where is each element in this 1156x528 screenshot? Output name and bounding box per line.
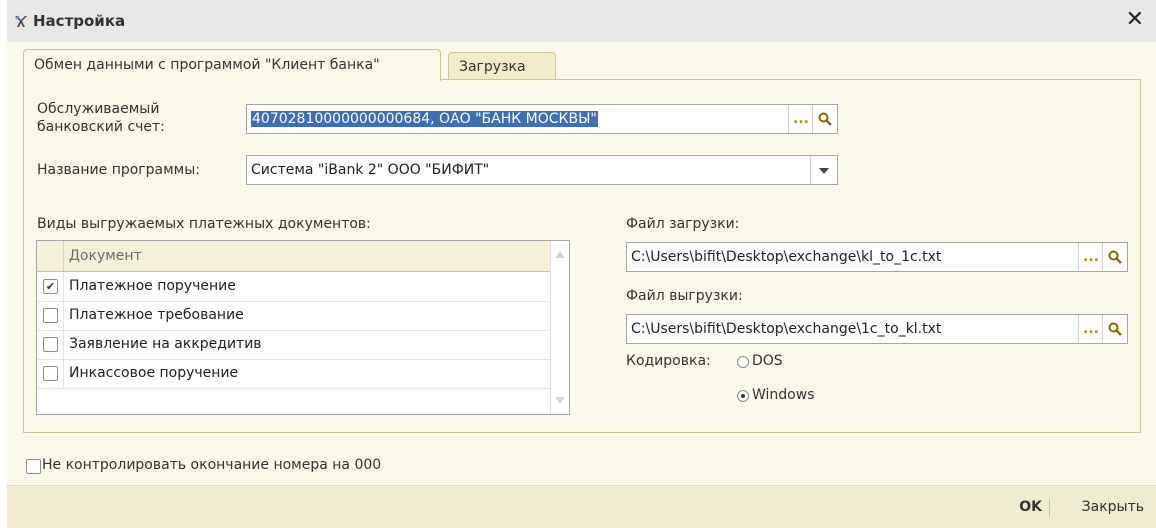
window-title: Настройка — [33, 12, 126, 30]
close-button[interactable]: Закрыть — [1082, 499, 1144, 515]
tab-import-label: Загрузка — [459, 59, 526, 75]
encoding-windows-label: Windows — [752, 387, 815, 403]
encoding-dos-label: DOS — [752, 353, 783, 369]
table-row[interactable]: ✔ Платежное поручение — [37, 272, 551, 302]
no-check-000-checkbox[interactable] — [26, 459, 41, 474]
import-file-label: Файл загрузки: — [626, 216, 740, 232]
import-file-choose-button[interactable]: ... — [1078, 243, 1103, 271]
export-file-field[interactable]: C:\Users\bifit\Desktop\exchange\1c_to_kl… — [626, 314, 1128, 344]
account-choose-button[interactable]: ... — [788, 105, 813, 133]
no-check-000-label: Не контролировать окончание номера на 00… — [42, 457, 382, 473]
table-row[interactable]: Заявление на аккредитив — [37, 330, 551, 360]
import-file-value: C:\Users\bifit\Desktop\exchange\kl_to_1c… — [631, 249, 942, 265]
row-label: Платежное поручение — [69, 278, 236, 294]
account-field[interactable]: 40702810000000000684, ОАО "БАНК МОСКВЫ" … — [246, 104, 838, 134]
column-header-document: Документ — [69, 248, 142, 264]
program-select[interactable]: Система "iBank 2" ООО "БИФИТ" — [246, 155, 838, 185]
table-row[interactable]: Инкассовое поручение — [37, 359, 551, 389]
documents-label: Виды выгружаемых платежных документов: — [37, 216, 371, 232]
scroll-down-icon[interactable] — [555, 397, 565, 404]
search-icon — [1108, 322, 1122, 336]
import-file-field[interactable]: C:\Users\bifit\Desktop\exchange\kl_to_1c… — [626, 242, 1128, 272]
table-row[interactable]: Платежное требование — [37, 301, 551, 331]
encoding-label: Кодировка: — [626, 353, 711, 369]
account-search-button[interactable] — [812, 105, 837, 133]
row-checkbox[interactable] — [43, 366, 58, 381]
tab-import[interactable]: Загрузка — [448, 52, 556, 80]
row-checkbox[interactable]: ✔ — [43, 279, 58, 294]
row-label: Платежное требование — [69, 307, 244, 323]
table-scrollbar[interactable] — [550, 241, 569, 414]
program-label: Название программы: — [37, 162, 201, 178]
encoding-windows-radio[interactable] — [737, 390, 749, 402]
row-label: Инкассовое поручение — [69, 365, 239, 381]
export-file-value: C:\Users\bifit\Desktop\exchange\1c_to_kl… — [631, 321, 942, 337]
export-file-search-button[interactable] — [1102, 315, 1127, 343]
settings-window: Настройка ✕ Обмен данными с программой "… — [7, 0, 1156, 528]
import-file-search-button[interactable] — [1102, 243, 1127, 271]
row-checkbox[interactable] — [43, 308, 58, 323]
chevron-down-icon[interactable] — [810, 156, 837, 184]
footer-divider — [1049, 499, 1050, 517]
close-icon[interactable]: ✕ — [1126, 9, 1144, 31]
row-label: Заявление на аккредитив — [69, 336, 262, 352]
documents-table: Документ ✔ Платежное поручение Платежное… — [36, 240, 570, 415]
account-value: 40702810000000000684, ОАО "БАНК МОСКВЫ" — [251, 111, 598, 127]
title-bar: Настройка ✕ — [7, 0, 1156, 42]
search-icon — [1108, 250, 1122, 264]
row-checkbox[interactable] — [43, 337, 58, 352]
tab-exchange[interactable]: Обмен данными с программой "Клиент банка… — [23, 49, 441, 81]
account-label-line1: Обслуживаемый — [37, 101, 160, 117]
dialog-footer: OK Закрыть — [7, 485, 1156, 528]
app-icon — [13, 13, 29, 29]
table-header: Документ — [37, 241, 551, 272]
ok-button[interactable]: OK — [1019, 499, 1042, 515]
scroll-up-icon[interactable] — [555, 251, 565, 258]
export-file-choose-button[interactable]: ... — [1078, 315, 1103, 343]
encoding-dos-radio[interactable] — [737, 356, 749, 368]
tab-exchange-label: Обмен данными с программой "Клиент банка… — [34, 57, 380, 73]
export-file-label: Файл выгрузки: — [626, 288, 743, 304]
program-value: Система "iBank 2" ООО "БИФИТ" — [251, 162, 490, 178]
search-icon — [818, 112, 832, 126]
account-label-line2: банковский счет: — [37, 119, 165, 135]
